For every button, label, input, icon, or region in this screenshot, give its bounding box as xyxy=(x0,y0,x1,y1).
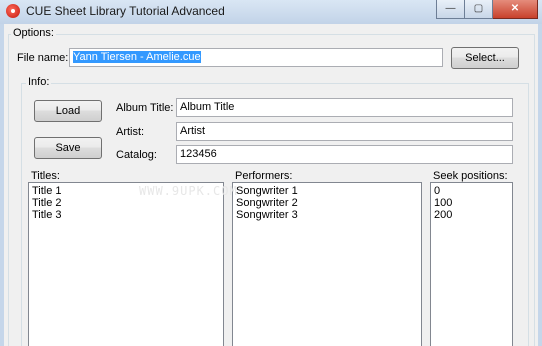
app-window: CUE Sheet Library Tutorial Advanced — ▢ … xyxy=(0,0,542,346)
seek-position-item[interactable]: 0 xyxy=(434,185,509,197)
catalog-label: Catalog: xyxy=(116,149,157,161)
performer-item[interactable]: Songwriter 1 xyxy=(236,185,418,197)
performer-item[interactable]: Songwriter 2 xyxy=(236,197,418,209)
artist-field[interactable]: Artist xyxy=(176,122,513,141)
catalog-field[interactable]: 123456 xyxy=(176,145,513,164)
file-name-field[interactable]: Yann Tiersen - Amelie.cue xyxy=(69,48,443,67)
app-icon xyxy=(6,4,20,18)
save-button[interactable]: Save xyxy=(34,137,102,159)
file-name-label: File name: xyxy=(17,52,69,64)
title-item[interactable]: Title 2 xyxy=(32,197,220,209)
performers-listbox[interactable]: Songwriter 1 Songwriter 2 Songwriter 3 xyxy=(232,182,422,346)
maximize-button[interactable]: ▢ xyxy=(465,0,493,19)
album-title-label: Album Title: xyxy=(116,102,174,114)
title-item[interactable]: Title 3 xyxy=(32,209,220,221)
file-name-value: Yann Tiersen - Amelie.cue xyxy=(73,51,201,63)
select-button[interactable]: Select... xyxy=(451,47,519,69)
client-area: Options: File name: Yann Tiersen - Ameli… xyxy=(4,24,538,346)
title-bar[interactable]: CUE Sheet Library Tutorial Advanced — ▢ … xyxy=(0,0,542,24)
seek-positions-listbox[interactable]: 0 100 200 xyxy=(430,182,513,346)
options-legend: Options: xyxy=(11,27,56,39)
minimize-button[interactable]: — xyxy=(436,0,465,19)
artist-label: Artist: xyxy=(116,126,145,138)
info-legend: Info: xyxy=(26,76,52,88)
load-button[interactable]: Load xyxy=(34,100,102,122)
album-title-field[interactable]: Album Title xyxy=(176,98,513,117)
watermark: WWW.9UPK.COM xyxy=(139,184,238,198)
performer-item[interactable]: Songwriter 3 xyxy=(236,209,418,221)
caption-buttons: — ▢ ✕ xyxy=(436,0,538,19)
seek-position-item[interactable]: 100 xyxy=(434,197,509,209)
seek-position-item[interactable]: 200 xyxy=(434,209,509,221)
close-button[interactable]: ✕ xyxy=(493,0,538,19)
window-title: CUE Sheet Library Tutorial Advanced xyxy=(26,4,225,18)
seek-positions-label: Seek positions: xyxy=(433,170,508,182)
performers-label: Performers: xyxy=(235,170,293,182)
titles-label: Titles: xyxy=(31,170,60,182)
titles-listbox[interactable]: Title 1 Title 2 Title 3 xyxy=(28,182,224,346)
